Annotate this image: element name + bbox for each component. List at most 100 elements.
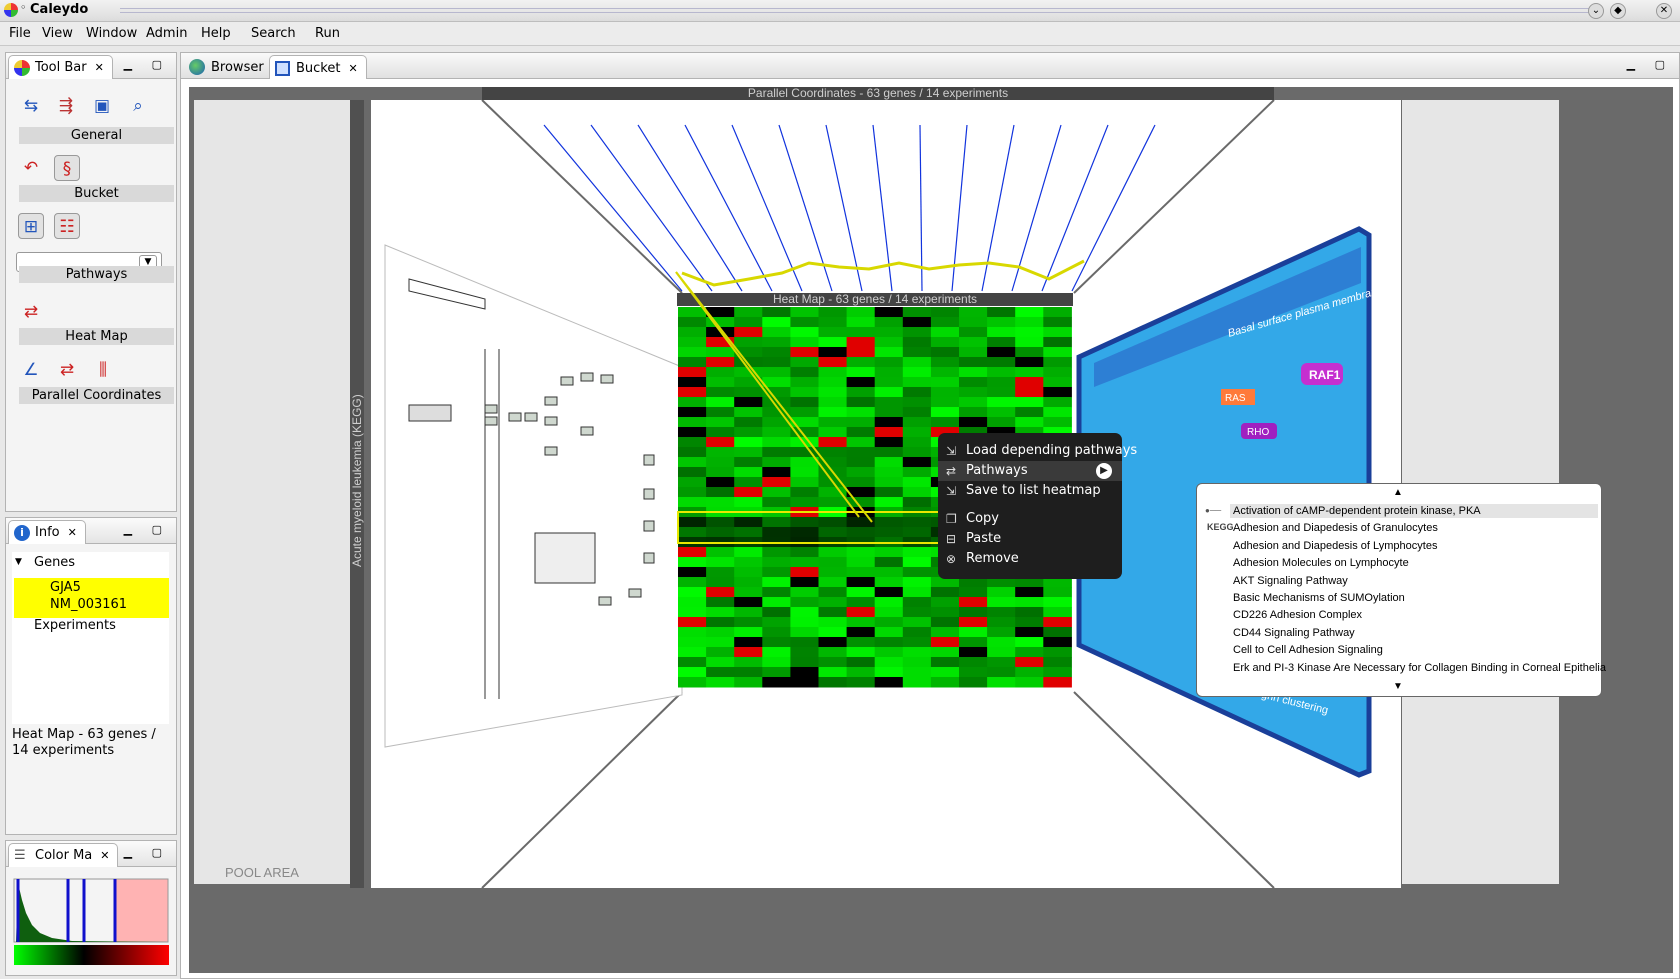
heatmap-cell[interactable] bbox=[1043, 597, 1072, 608]
heatmap-cell[interactable] bbox=[902, 467, 932, 478]
heatmap-cell[interactable] bbox=[902, 577, 932, 588]
heatmap-cell[interactable] bbox=[1043, 387, 1072, 398]
heatmap-cell[interactable] bbox=[734, 617, 763, 628]
heatmap-cell[interactable] bbox=[1043, 627, 1072, 638]
heatmap-cell[interactable] bbox=[706, 367, 735, 378]
heatmap-cell[interactable] bbox=[762, 547, 791, 558]
heatmap-cell[interactable] bbox=[959, 327, 988, 338]
heatmap-cell[interactable] bbox=[762, 317, 791, 328]
heatmap-cell[interactable] bbox=[762, 337, 791, 348]
heatmap-cell[interactable] bbox=[959, 347, 988, 358]
heatmap-cell[interactable] bbox=[959, 617, 988, 628]
heatmap-cell[interactable] bbox=[706, 377, 735, 388]
heatmap-cell[interactable] bbox=[818, 387, 848, 398]
tree-genes-label[interactable]: Genes bbox=[34, 555, 75, 570]
heatmap-cell[interactable] bbox=[706, 527, 735, 538]
heatmap-cell[interactable] bbox=[818, 307, 848, 318]
heatmap-cell[interactable] bbox=[959, 587, 988, 598]
heatmap-cell[interactable] bbox=[734, 607, 763, 618]
minimize-maximize-icon[interactable]: ▁ ▢ bbox=[124, 523, 170, 536]
heatmap-cell[interactable] bbox=[874, 337, 904, 348]
heatmap-cell[interactable] bbox=[874, 447, 904, 458]
heatmap-cell[interactable] bbox=[734, 387, 763, 398]
heatmap-cell[interactable] bbox=[706, 517, 735, 528]
heatmap-cell[interactable] bbox=[1015, 407, 1044, 418]
heatmap-cell[interactable] bbox=[734, 497, 763, 508]
heatmap-cell[interactable] bbox=[846, 357, 876, 368]
heatmap-cell[interactable] bbox=[678, 437, 707, 448]
heatmap-cell[interactable] bbox=[678, 547, 707, 558]
heatmap-cell[interactable] bbox=[846, 677, 876, 688]
menu-save-to-list-heatmap[interactable]: ⇲ Save to list heatmap bbox=[938, 481, 1122, 501]
tab-bucket[interactable]: Bucket ✕ bbox=[269, 55, 367, 79]
heatmap-cell[interactable] bbox=[930, 387, 960, 398]
heatmap-cell[interactable] bbox=[846, 477, 876, 488]
axis-spacing-icon[interactable]: ⫼ bbox=[90, 357, 116, 383]
heatmap-cell[interactable] bbox=[902, 457, 932, 468]
tab-info[interactable]: i Info ✕ bbox=[8, 520, 86, 544]
heatmap-cell[interactable] bbox=[902, 367, 932, 378]
menu-pathways[interactable]: ⇄ Pathways ▶ bbox=[938, 461, 1122, 481]
heatmap-cell[interactable] bbox=[959, 377, 988, 388]
heatmap-cell[interactable] bbox=[987, 597, 1016, 608]
heatmap-cell[interactable] bbox=[790, 567, 819, 578]
heatmap-cell[interactable] bbox=[818, 567, 848, 578]
heatmap-cell[interactable] bbox=[1043, 587, 1072, 598]
heatmap-cell[interactable] bbox=[902, 637, 932, 648]
heatmap-cell[interactable] bbox=[902, 337, 932, 348]
heatmap-cell[interactable] bbox=[1015, 357, 1044, 368]
heatmap-cell[interactable] bbox=[706, 447, 735, 458]
heatmap-cell[interactable] bbox=[902, 357, 932, 368]
heatmap-cell[interactable] bbox=[959, 417, 988, 428]
heatmap-cell[interactable] bbox=[1015, 317, 1044, 328]
heatmap-cell[interactable] bbox=[706, 387, 735, 398]
heatmap-cell[interactable] bbox=[902, 477, 932, 488]
heatmap-cell[interactable] bbox=[959, 657, 988, 668]
heatmap-cell[interactable] bbox=[734, 637, 763, 648]
heatmap-cell[interactable] bbox=[790, 377, 819, 388]
heatmap-cell[interactable] bbox=[734, 327, 763, 338]
pathway-item[interactable]: AKT Signaling Pathway bbox=[1233, 572, 1348, 590]
heatmap-cell[interactable] bbox=[762, 577, 791, 588]
heatmap-cell[interactable] bbox=[987, 407, 1016, 418]
heatmap-cell[interactable] bbox=[790, 327, 819, 338]
heatmap-cell[interactable] bbox=[987, 667, 1016, 678]
heatmap-cell[interactable] bbox=[846, 547, 876, 558]
heatmap-cell[interactable] bbox=[846, 337, 876, 348]
heatmap-cell[interactable] bbox=[706, 597, 735, 608]
heatmap-cell[interactable] bbox=[790, 667, 819, 678]
heatmap-cell[interactable] bbox=[1015, 647, 1044, 658]
heatmap-cell[interactable] bbox=[959, 397, 988, 408]
menu-admin[interactable]: Admin bbox=[146, 26, 187, 41]
heatmap-cell[interactable] bbox=[818, 357, 848, 368]
heatmap-cell[interactable] bbox=[959, 367, 988, 378]
heatmap-cell[interactable] bbox=[678, 597, 707, 608]
pool-area[interactable] bbox=[194, 100, 351, 884]
heatmap-cell[interactable] bbox=[678, 497, 707, 508]
heatmap-cell[interactable] bbox=[874, 427, 904, 438]
heatmap-cell[interactable] bbox=[959, 317, 988, 328]
heatmap-cell[interactable] bbox=[959, 597, 988, 608]
heatmap-cell[interactable] bbox=[846, 307, 876, 318]
heatmap-cell[interactable] bbox=[959, 357, 988, 368]
heatmap-cell[interactable] bbox=[1015, 337, 1044, 348]
heatmap-cell[interactable] bbox=[902, 417, 932, 428]
heatmap-cell[interactable] bbox=[930, 327, 960, 338]
heatmap-cell[interactable] bbox=[902, 567, 932, 578]
close-icon[interactable]: ✕ bbox=[100, 849, 109, 862]
heatmap-cell[interactable] bbox=[846, 387, 876, 398]
heatmap-cell[interactable] bbox=[846, 367, 876, 378]
heatmap-cell[interactable] bbox=[678, 647, 707, 658]
heatmap-cell[interactable] bbox=[930, 587, 960, 598]
heatmap-cell[interactable] bbox=[790, 397, 819, 408]
expand-icon[interactable]: ▼ bbox=[15, 557, 22, 567]
heatmap-cell[interactable] bbox=[706, 647, 735, 658]
menu-file[interactable]: File bbox=[9, 26, 31, 41]
heatmap-cell[interactable] bbox=[790, 517, 819, 528]
heatmap-cell[interactable] bbox=[790, 547, 819, 558]
heatmap-cell[interactable] bbox=[762, 637, 791, 648]
heatmap-cell[interactable] bbox=[790, 357, 819, 368]
heatmap-cell[interactable] bbox=[902, 547, 932, 558]
heatmap-cell[interactable] bbox=[706, 397, 735, 408]
minimize-window-button[interactable]: ⌄ bbox=[1588, 3, 1604, 19]
